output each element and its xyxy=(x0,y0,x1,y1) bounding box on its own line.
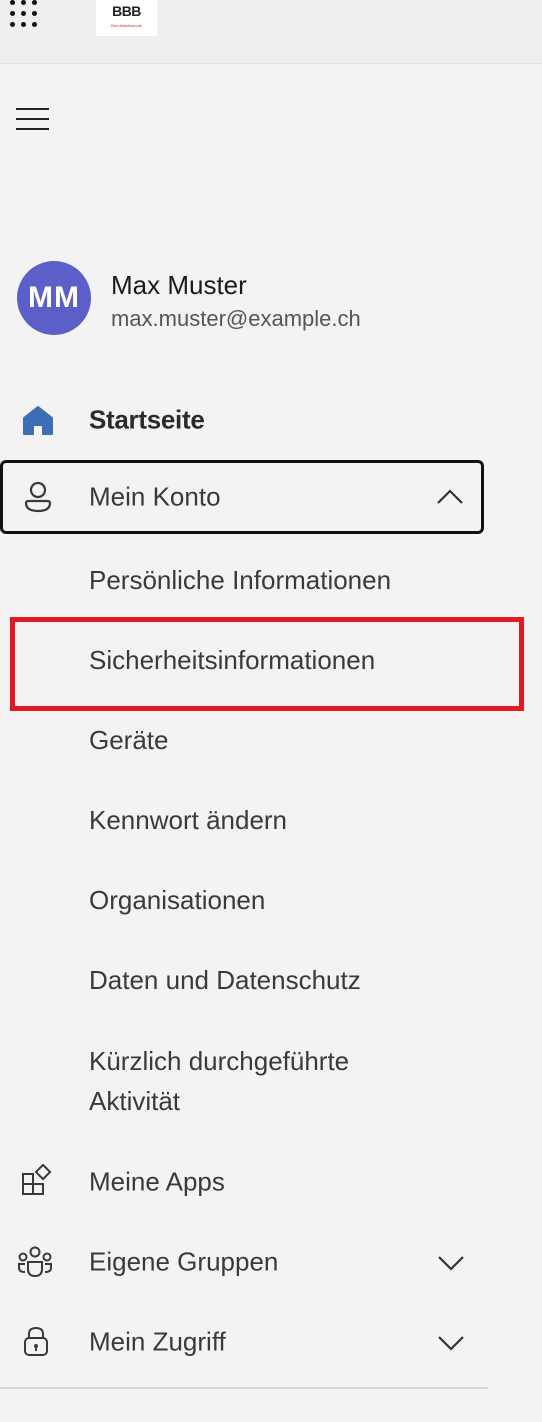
logo-subtext: Berufsfachschule xyxy=(111,23,142,28)
subnav-item-privacy[interactable]: Daten und Datenschutz xyxy=(89,965,361,996)
chevron-up-icon[interactable] xyxy=(435,487,465,507)
nav-item-home-label: Startseite xyxy=(89,404,205,435)
groups-icon xyxy=(18,1246,52,1278)
logo-text: BBB xyxy=(112,3,141,19)
highlight-box xyxy=(10,617,524,711)
chevron-down-icon[interactable] xyxy=(436,1252,466,1272)
subnav-item-change-password[interactable]: Kennwort ändern xyxy=(89,805,287,836)
avatar: MM xyxy=(17,261,91,335)
nav-item-my-account-label: Mein Konto xyxy=(89,481,221,512)
nav-item-groups[interactable]: Eigene Gruppen xyxy=(0,1234,488,1290)
apps-icon xyxy=(22,1164,52,1195)
subnav-item-organizations[interactable]: Organisationen xyxy=(89,885,265,916)
person-icon xyxy=(24,481,52,513)
user-email: max.muster@example.ch xyxy=(111,306,361,331)
nav-item-home[interactable]: Startseite xyxy=(0,392,488,448)
subnav-item-recent-activity[interactable]: Kürzlich durchgeführte Aktivität xyxy=(89,1041,389,1121)
hamburger-menu-icon[interactable] xyxy=(16,106,50,132)
home-icon xyxy=(23,406,53,435)
lock-icon xyxy=(24,1326,48,1356)
nav-item-groups-label: Eigene Gruppen xyxy=(89,1246,279,1277)
subnav-item-devices[interactable]: Geräte xyxy=(89,725,169,756)
nav-item-my-apps[interactable]: Meine Apps xyxy=(0,1154,488,1210)
user-name: Max Muster xyxy=(111,270,247,300)
nav-item-my-account[interactable]: Mein Konto xyxy=(0,460,484,534)
nav-item-access[interactable]: Mein Zugriff xyxy=(0,1314,488,1370)
nav-item-access-label: Mein Zugriff xyxy=(89,1326,226,1357)
nav-item-my-apps-label: Meine Apps xyxy=(89,1166,225,1197)
app-launcher-icon[interactable] xyxy=(6,0,42,34)
top-bar: BBB Berufsfachschule xyxy=(0,0,542,64)
chevron-down-icon[interactable] xyxy=(436,1332,466,1352)
organization-logo[interactable]: BBB Berufsfachschule xyxy=(96,0,157,36)
divider xyxy=(0,1387,488,1389)
subnav-item-personal-info[interactable]: Persönliche Informationen xyxy=(89,565,391,596)
